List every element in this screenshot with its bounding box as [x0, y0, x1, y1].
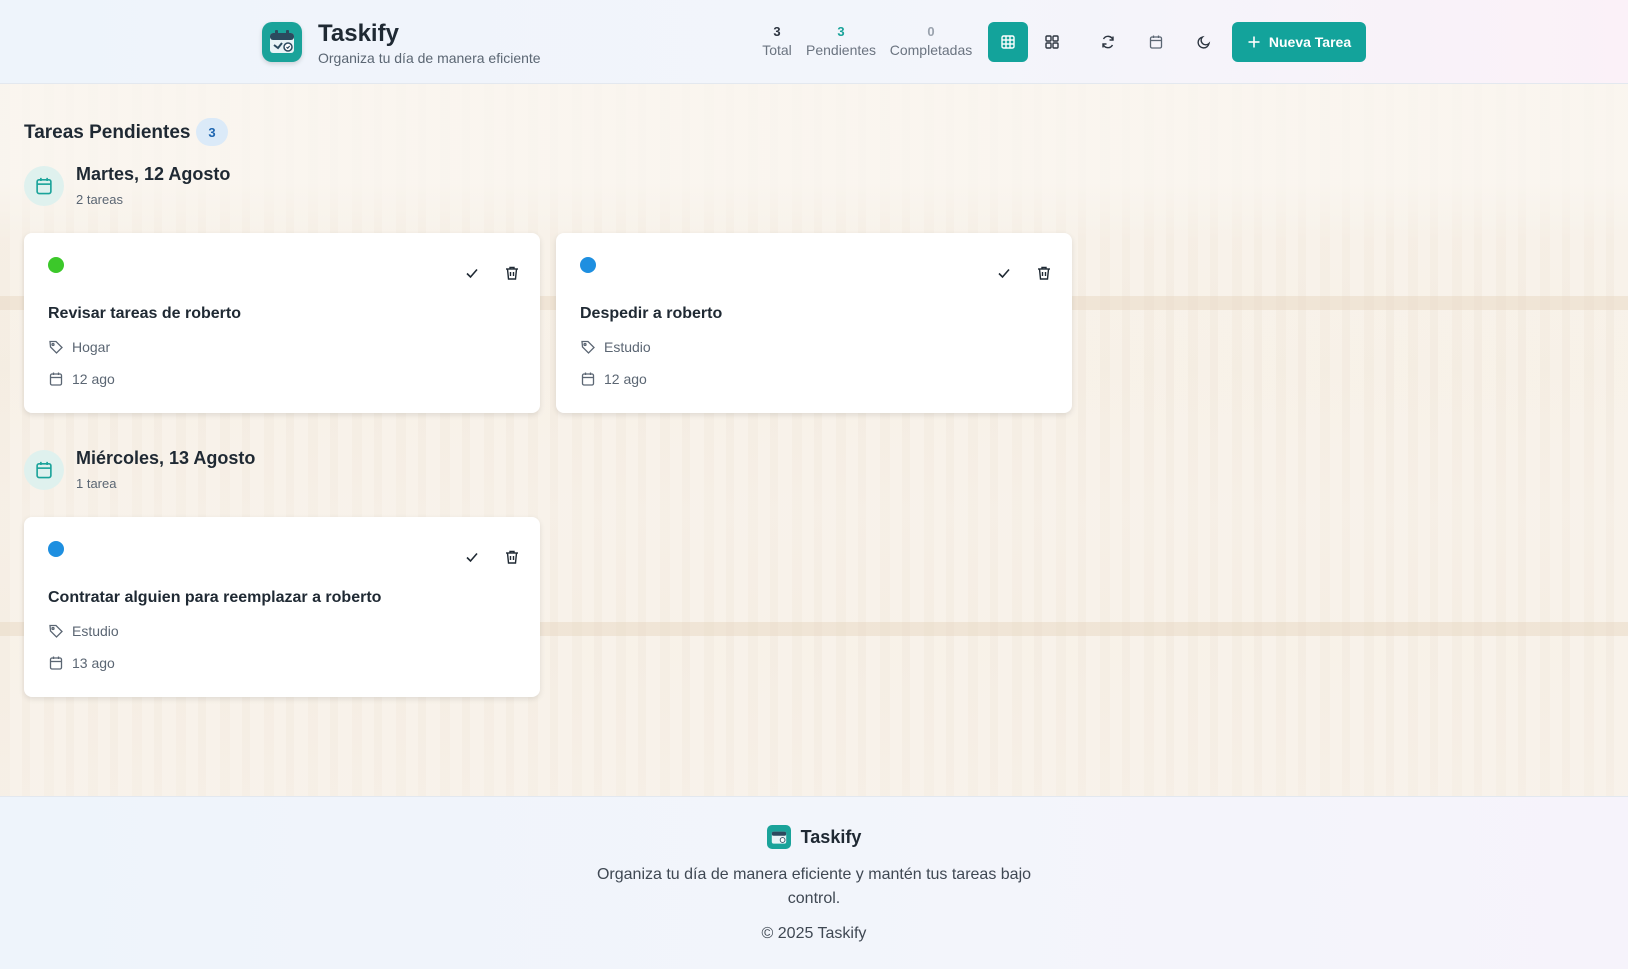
refresh-icon	[1102, 35, 1114, 49]
calendar-icon	[49, 372, 63, 386]
task-board: Tareas Pendientes 3 Martes, 12 Agosto 2 …	[0, 84, 1628, 796]
task-date-label: 12 ago	[72, 371, 115, 387]
task-date: 13 ago	[48, 655, 115, 671]
stat-pending-label: Pendientes	[806, 42, 877, 58]
new-task-button[interactable]: Nueva Tarea	[1232, 22, 1366, 62]
app-subtitle: Organiza tu día de manera eficiente	[318, 50, 541, 66]
task-title: Revisar tareas de roberto	[48, 305, 241, 322]
calendar-button[interactable]	[1136, 22, 1176, 62]
priority-dot	[48, 541, 64, 557]
table-icon	[1001, 35, 1015, 49]
priority-dot	[580, 257, 596, 273]
stat-pending-value: 3	[837, 24, 845, 39]
app-title: Taskify	[318, 20, 399, 47]
complete-task-button[interactable]	[460, 545, 484, 569]
app-logo-icon	[766, 825, 791, 849]
task-date: 12 ago	[580, 371, 647, 387]
task-title: Contratar alguien para reemplazar a robe…	[48, 589, 382, 606]
app-header: Taskify Organiza tu día de manera eficie…	[0, 0, 1628, 84]
stat-completed: 0 Completadas	[888, 24, 974, 60]
plus-icon	[1248, 36, 1260, 48]
day-title: Martes, 12 Agosto	[76, 164, 231, 184]
section-title: Tareas Pendientes	[24, 122, 191, 143]
stat-completed-label: Completadas	[889, 42, 973, 58]
moon-icon	[1197, 35, 1211, 49]
calendar-icon	[581, 372, 595, 386]
task-title: Despedir a roberto	[580, 305, 723, 322]
complete-task-button[interactable]	[460, 261, 484, 285]
footer-brand: Taskify	[0, 825, 1628, 849]
app-logo-icon	[262, 22, 302, 62]
trash-icon	[506, 266, 518, 280]
stat-total-value: 3	[773, 24, 781, 39]
stat-completed-value: 0	[927, 24, 935, 39]
pending-count-badge: 3	[196, 118, 228, 146]
calendar-icon	[24, 450, 64, 490]
stat-pending: 3 Pendientes	[806, 24, 876, 60]
check-icon	[998, 268, 1010, 279]
stat-total-label: Total	[762, 42, 792, 58]
tag-icon	[49, 340, 63, 354]
calendar-icon	[49, 656, 63, 670]
check-icon	[466, 268, 478, 279]
day-task-count: 2 tareas	[76, 192, 123, 207]
grid-view-button[interactable]	[1032, 22, 1072, 62]
task-date: 12 ago	[48, 371, 115, 387]
new-task-label: Nueva Tarea	[1268, 34, 1352, 50]
task-card[interactable]: Revisar tareas de roberto Hogar 12 ago	[24, 233, 540, 413]
tag-icon	[49, 624, 63, 638]
footer-copyright: © 2025 Taskify	[761, 925, 867, 942]
stat-total: 3 Total	[760, 24, 794, 60]
footer-description: Organiza tu día de manera eficiente y ma…	[596, 866, 1032, 907]
task-category-label: Hogar	[72, 339, 111, 355]
day-task-count: 1 tarea	[76, 476, 117, 491]
complete-task-button[interactable]	[992, 261, 1016, 285]
list-view-button[interactable]	[988, 22, 1028, 62]
day-title: Miércoles, 13 Agosto	[76, 448, 256, 468]
footer-app-name: Taskify	[800, 826, 862, 847]
trash-icon	[1038, 266, 1050, 280]
task-date-label: 13 ago	[72, 655, 115, 671]
task-category: Estudio	[580, 339, 651, 355]
task-category-label: Estudio	[604, 339, 651, 355]
task-category-label: Estudio	[72, 623, 119, 639]
refresh-button[interactable]	[1088, 22, 1128, 62]
priority-dot	[48, 257, 64, 273]
grid-icon	[1045, 35, 1059, 49]
task-category: Hogar	[48, 339, 110, 355]
task-card[interactable]: Contratar alguien para reemplazar a robe…	[24, 517, 540, 697]
task-card[interactable]: Despedir a roberto Estudio 12 ago	[556, 233, 1072, 413]
delete-task-button[interactable]	[500, 545, 524, 569]
delete-task-button[interactable]	[500, 261, 524, 285]
trash-icon	[506, 550, 518, 564]
delete-task-button[interactable]	[1032, 261, 1056, 285]
theme-toggle-button[interactable]	[1184, 22, 1224, 62]
task-category: Estudio	[48, 623, 119, 639]
tag-icon	[581, 340, 595, 354]
app-footer: Taskify Organiza tu día de manera eficie…	[0, 796, 1628, 969]
calendar-icon	[1149, 35, 1163, 49]
task-date-label: 12 ago	[604, 371, 647, 387]
check-icon	[466, 552, 478, 563]
calendar-icon	[24, 166, 64, 206]
